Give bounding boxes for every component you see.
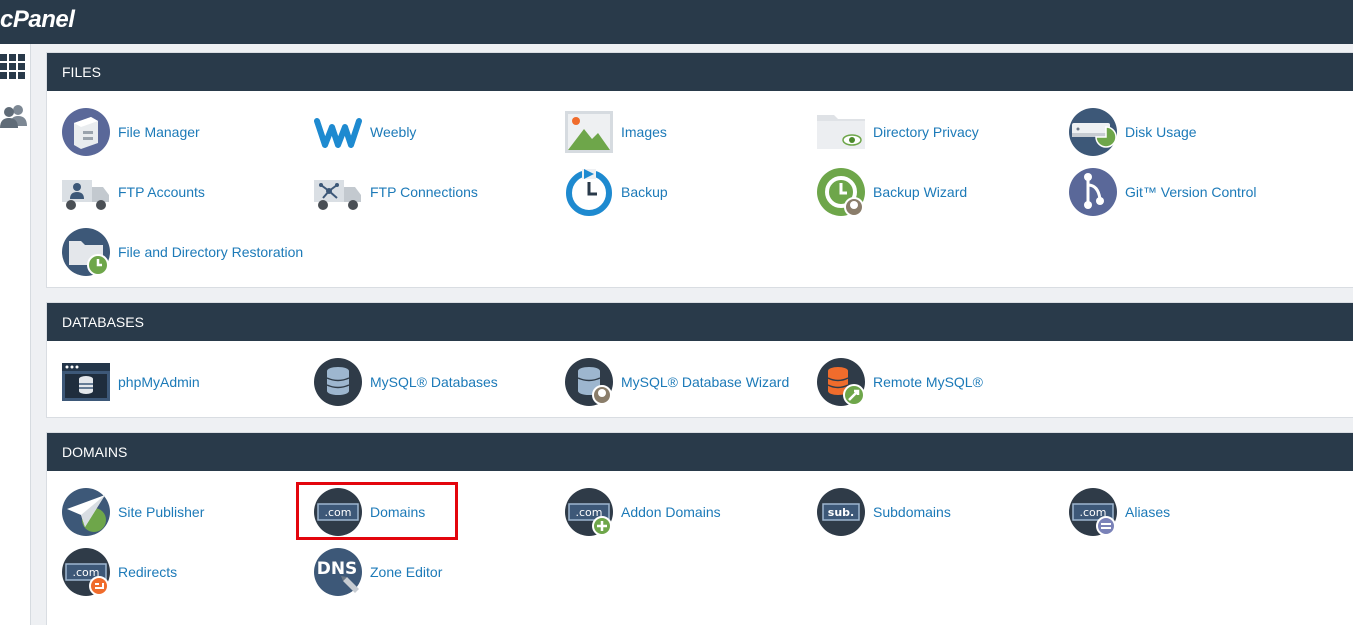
disk-usage-link[interactable]: Disk Usage (1068, 107, 1197, 157)
zone-editor-icon: DNS (314, 548, 362, 596)
images-link[interactable]: Images (564, 107, 667, 157)
addon-domains-label: Addon Domains (621, 504, 721, 520)
ftp-connections-link[interactable]: FTP Connections (313, 167, 478, 217)
backup-wizard-link[interactable]: Backup Wizard (816, 167, 967, 217)
domains-section-title: DOMAINS (47, 433, 1353, 471)
databases-section: DATABASES phpMyAdmin MySQL® Databases My… (46, 302, 1353, 418)
domains-icon: .com (314, 488, 362, 536)
files-section: FILES File Manager Weebly Images Directo… (46, 52, 1353, 288)
backup-wizard-icon (817, 168, 865, 217)
ftp-accounts-icon (62, 180, 109, 210)
backup-link[interactable]: Backup (564, 167, 668, 217)
remote-mysql-icon (817, 358, 865, 406)
site-publisher-link[interactable]: Site Publisher (61, 487, 204, 537)
git-version-control-link[interactable]: Git™ Version Control (1068, 167, 1257, 217)
directory-privacy-icon (817, 115, 865, 149)
backup-icon (566, 169, 612, 216)
aliases-icon: .com (1069, 488, 1117, 536)
redirects-link[interactable]: .com Redirects (61, 547, 177, 597)
sidebar (0, 44, 31, 625)
aliases-label: Aliases (1125, 504, 1171, 520)
file-manager-label: File Manager (118, 124, 200, 140)
aliases-link[interactable]: .com Aliases (1068, 487, 1170, 537)
addon-domains-icon: .com (565, 488, 613, 536)
subdomains-label: Subdomains (873, 504, 951, 520)
backup-label: Backup (621, 184, 668, 200)
directory-privacy-link[interactable]: Directory Privacy (816, 107, 979, 157)
domains-section: DOMAINS Site Publisher .com Domains .com… (46, 432, 1353, 625)
images-icon (565, 111, 613, 153)
file-manager-icon (62, 108, 110, 156)
domains-label: Domains (370, 504, 426, 520)
disk-usage-label: Disk Usage (1125, 124, 1197, 140)
ftp-accounts-label: FTP Accounts (118, 184, 205, 200)
redirects-label: Redirects (118, 564, 178, 580)
file-restoration-icon (62, 228, 110, 276)
file-restoration-label: File and Directory Restoration (118, 244, 304, 260)
disk-usage-icon (1069, 108, 1117, 156)
zone-editor-link[interactable]: DNS Zone Editor (313, 547, 442, 597)
subdomains-link[interactable]: sub. Subdomains (816, 487, 951, 537)
phpmyadmin-link[interactable]: phpMyAdmin (61, 357, 200, 407)
file-restoration-link[interactable]: File and Directory Restoration (61, 227, 303, 277)
git-icon (1069, 168, 1117, 216)
zone-editor-icon-badge: DNS (317, 559, 358, 579)
directory-privacy-label: Directory Privacy (873, 124, 979, 140)
redirects-icon: .com (62, 548, 110, 596)
backup-wizard-label: Backup Wizard (873, 184, 968, 200)
weebly-icon (314, 118, 362, 148)
site-publisher-label: Site Publisher (118, 504, 205, 520)
top-bar: cPanel (0, 0, 1353, 44)
mysql-databases-link[interactable]: MySQL® Databases (313, 357, 498, 407)
domains-link[interactable]: .com Domains (313, 487, 425, 537)
files-section-title: FILES (47, 53, 1353, 91)
zone-editor-label: Zone Editor (370, 564, 443, 580)
remote-mysql-label: Remote MySQL® (873, 374, 983, 390)
file-manager-link[interactable]: File Manager (61, 107, 200, 157)
subdomains-icon: sub. (817, 488, 865, 536)
phpmyadmin-icon (62, 363, 110, 401)
mysql-wizard-icon (565, 358, 613, 406)
images-label: Images (621, 124, 667, 140)
ftp-connections-icon (314, 180, 361, 210)
weebly-link[interactable]: Weebly (313, 107, 416, 157)
mysql-databases-icon (314, 358, 362, 406)
mysql-database-wizard-label: MySQL® Database Wizard (621, 374, 790, 390)
subdomains-icon-badge: sub. (828, 506, 854, 519)
weebly-label: Weebly (370, 124, 417, 140)
site-publisher-icon (62, 488, 110, 536)
remote-mysql-link[interactable]: Remote MySQL® (816, 357, 983, 407)
cpanel-logo[interactable]: cPanel (0, 6, 75, 34)
mysql-databases-label: MySQL® Databases (370, 374, 498, 390)
users-icon[interactable] (0, 104, 28, 132)
databases-section-title: DATABASES (47, 303, 1353, 341)
ftp-accounts-link[interactable]: FTP Accounts (61, 167, 205, 217)
addon-domains-link[interactable]: .com Addon Domains (564, 487, 721, 537)
ftp-connections-label: FTP Connections (370, 184, 478, 200)
phpmyadmin-label: phpMyAdmin (118, 374, 200, 390)
grid-icon[interactable] (0, 54, 28, 82)
domains-icon-badge: .com (325, 506, 352, 519)
git-version-control-label: Git™ Version Control (1125, 184, 1257, 200)
mysql-database-wizard-link[interactable]: MySQL® Database Wizard (564, 357, 789, 407)
